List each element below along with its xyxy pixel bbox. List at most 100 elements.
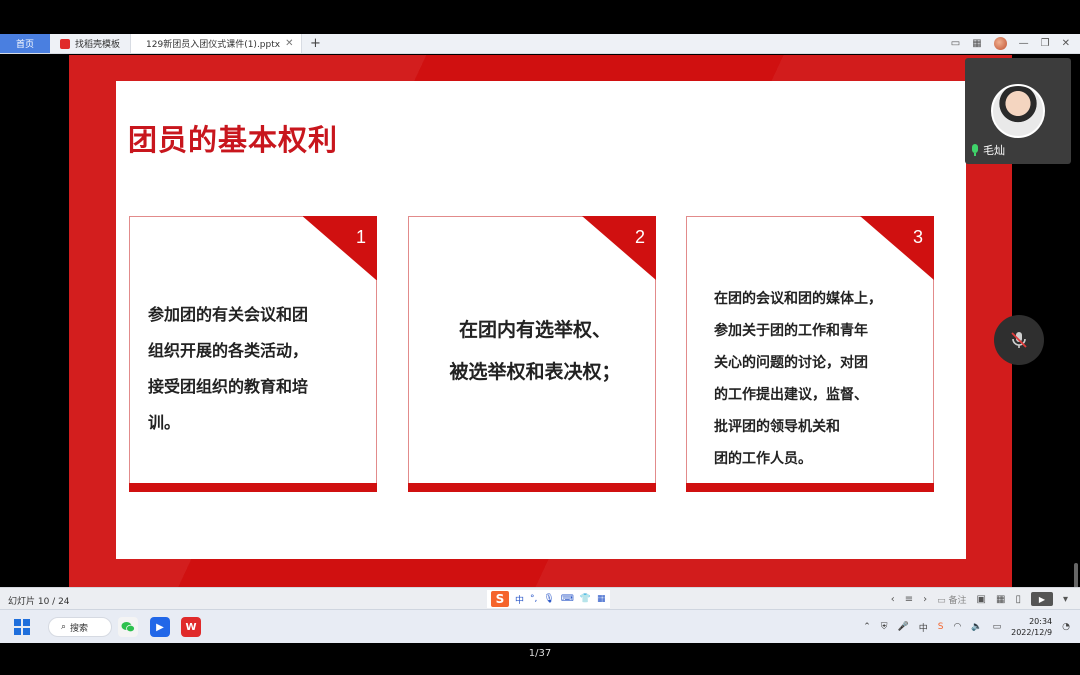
card-line: 参加团的有关会议和团 (148, 305, 309, 324)
chevron-left-icon[interactable]: ‹ (891, 594, 895, 605)
corner-tab-icon (303, 216, 377, 280)
tab-document[interactable]: 129新团员入团仪式课件(1).pptx ✕ (130, 34, 303, 53)
notes-icon: ▭ (937, 595, 946, 606)
start-menu-button[interactable] (14, 619, 30, 635)
windows-logo-icon (14, 628, 21, 635)
chevron-up-icon[interactable]: ⌃ (863, 622, 871, 632)
plus-icon: + (310, 36, 321, 51)
sogou-logo-icon: S (491, 591, 509, 607)
docer-logo-icon (60, 38, 70, 49)
card-line: 训。 (148, 413, 181, 432)
wps-icon: W (185, 621, 197, 633)
windows-logo-icon (14, 619, 21, 626)
slide-content-panel: 团员的基本权利 1 参加团的有关会议和团 组织开展的各类活动， 接受团组织的教育… (116, 81, 966, 559)
card-line: 的工作提出建议，监督、 (714, 387, 868, 403)
participant-avatar (991, 84, 1045, 138)
input-indicator-icon[interactable]: 中 (919, 621, 928, 634)
restore-icon[interactable]: ❐ (1041, 38, 1050, 49)
card-text: 在团的会议和团的媒体上， 参加关于团的工作和青年 关心的问题的讨论，对团 的工作… (714, 283, 924, 475)
windows-logo-icon (23, 628, 30, 635)
clock-date: 2022/12/9 (1011, 628, 1053, 637)
taskbar-app-wechat[interactable] (118, 617, 138, 637)
participant-video-tile[interactable]: 毛灿 (965, 58, 1071, 164)
right-card-2: 2 在团内有选举权、 被选举权和表决权； (408, 216, 656, 492)
minimize-icon[interactable]: — (1019, 38, 1029, 49)
meeting-icon: ▶ (156, 621, 164, 633)
shield-icon[interactable]: ⛨ (881, 622, 888, 632)
bottom-letterbox: 1/37 (0, 643, 1080, 675)
tab-template-label: 找稻壳模板 (75, 40, 121, 50)
slide-sorter-icon[interactable]: ▦ (996, 594, 1005, 605)
card-bottom-bar (408, 483, 656, 492)
battery-icon[interactable]: ▭ (993, 622, 1002, 632)
close-icon[interactable]: ✕ (285, 38, 293, 49)
taskbar-app-wps[interactable]: W (181, 617, 201, 637)
card-text: 参加团的有关会议和团 组织开展的各类活动， 接受团组织的教育和培 训。 (148, 297, 358, 441)
slide-title: 团员的基本权利 (128, 123, 339, 157)
normal-view-icon[interactable]: ▣ (977, 594, 986, 605)
slide-stage: 团员的基本权利 1 参加团的有关会议和团 组织开展的各类活动， 接受团组织的教育… (0, 55, 1080, 587)
windows-taskbar: ⌕ 搜索 ▶ W ⌃ ⛨ 🎤 中 S ◠ 🔈 ▭ 20:34 2022/12/9… (0, 609, 1080, 643)
slide-count: 幻灯片 10 / 24 (8, 597, 70, 607)
card-bottom-bar (129, 483, 377, 492)
taskbar-app-tencent-meeting[interactable]: ▶ (150, 617, 170, 637)
card-line: 在团内有选举权、 (458, 319, 611, 341)
clock-time: 20:34 (1029, 617, 1053, 626)
app-tab-bar: 首页 找稻壳模板 129新团员入团仪式课件(1).pptx ✕ + ▭ ▦ — … (0, 34, 1080, 54)
windows-logo-icon (23, 619, 30, 626)
card-line: 组织开展的各类活动， (148, 341, 309, 360)
input-method-bar[interactable]: S 中 °, 🎙 ⌨ 👕 ▦ (487, 590, 610, 608)
system-clock[interactable]: 20:34 2022/12/9 (1011, 616, 1052, 638)
window-controls: ▭ ▦ — ❐ ✕ (951, 34, 1080, 53)
notes-button[interactable]: ▭ 备注 (937, 593, 966, 606)
microphone-tray-icon[interactable]: 🎤 (898, 622, 909, 632)
sogou-tray-icon[interactable]: S (938, 622, 944, 632)
keyboard-icon[interactable]: ⌨ (561, 594, 574, 604)
card-line: 接受团组织的教育和培 (148, 377, 309, 396)
notification-icon[interactable]: ◔ (1062, 622, 1070, 632)
voice-icon[interactable]: 🎙 (543, 594, 554, 604)
card-line: 参加关于团的工作和青年 (714, 323, 868, 339)
system-tray: ⌃ ⛨ 🎤 中 S ◠ 🔈 ▭ 20:34 2022/12/9 ◔ (863, 614, 1070, 640)
wifi-icon[interactable]: ◠ (954, 622, 962, 632)
dropdown-icon[interactable]: ▾ (1063, 594, 1068, 605)
volume-icon[interactable]: 🔈 (971, 622, 982, 632)
slideshow-play-button[interactable]: ▶ (1030, 592, 1053, 606)
top-letterbox (0, 0, 1080, 34)
card-line: 批评团的领导机关和 (714, 419, 840, 435)
chevron-right-icon[interactable]: › (923, 594, 927, 605)
card-number: 3 (912, 227, 923, 247)
wechat-icon (121, 622, 135, 633)
grid-icon[interactable]: ▦ (972, 38, 981, 49)
new-tab-button[interactable]: + (302, 34, 329, 53)
search-label: 搜索 (70, 623, 89, 634)
view-tools: ‹ ≡ › ▭ 备注 ▣ ▦ ▯ ▶ ▾ (891, 590, 1068, 608)
ime-punct[interactable]: °, (530, 594, 537, 604)
presentation-status-bar: 幻灯片 10 / 24 S 中 °, 🎙 ⌨ 👕 ▦ ‹ ≡ › ▭ 备注 ▣ … (0, 587, 1080, 609)
tab-template[interactable]: 找稻壳模板 (50, 34, 130, 53)
reading-view-icon[interactable]: ▯ (1015, 594, 1021, 605)
card-number: 2 (634, 227, 645, 247)
play-icon: ▶ (1038, 594, 1046, 604)
layout-icon[interactable]: ▭ (951, 38, 960, 49)
participant-name-row: 毛灿 (971, 142, 1005, 158)
taskbar-search[interactable]: ⌕ 搜索 (48, 617, 112, 637)
right-card-3: 3 在团的会议和团的媒体上， 参加关于团的工作和青年 关心的问题的讨论，对团 的… (686, 216, 934, 492)
card-line: 团的工作人员。 (714, 451, 812, 467)
card-number: 1 (355, 227, 366, 247)
list-icon[interactable]: ≡ (905, 594, 913, 605)
ime-mode[interactable]: 中 (515, 593, 524, 606)
card-line: 关心的问题的讨论，对团 (714, 355, 868, 371)
mute-microphone-button[interactable] (994, 315, 1044, 365)
participant-name: 毛灿 (983, 144, 1005, 157)
tab-home[interactable]: 首页 (0, 34, 50, 53)
toolbox-icon[interactable]: ▦ (597, 594, 606, 604)
close-window-icon[interactable]: ✕ (1062, 38, 1070, 49)
skin-icon[interactable]: 👕 (580, 594, 591, 604)
right-card-1: 1 参加团的有关会议和团 组织开展的各类活动， 接受团组织的教育和培 训。 (129, 216, 377, 492)
slide: 团员的基本权利 1 参加团的有关会议和团 组织开展的各类活动， 接受团组织的教育… (69, 55, 1012, 587)
card-line: 被选举权和表决权； (449, 361, 621, 383)
mic-muted-icon (1011, 332, 1027, 348)
user-avatar-icon[interactable] (993, 37, 1007, 50)
corner-tab-icon (860, 216, 934, 280)
